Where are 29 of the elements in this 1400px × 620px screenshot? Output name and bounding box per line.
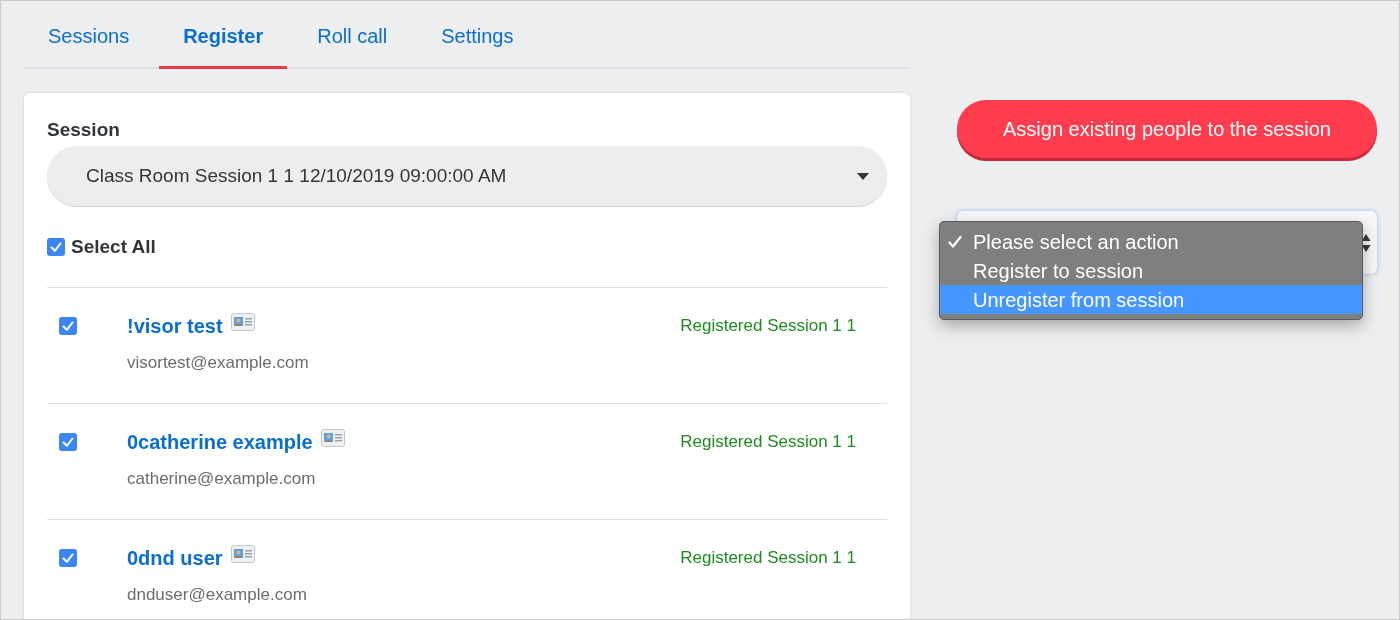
id-card-icon (230, 545, 255, 563)
tab[interactable]: Sessions (24, 1, 154, 69)
session-select[interactable]: Class Room Session 1 1 12/10/2019 09:00:00 AM (47, 146, 887, 206)
assign-people-button[interactable]: Assign existing people to the session (957, 100, 1377, 158)
caret-down-icon (857, 172, 869, 180)
id-card-icon (230, 313, 255, 331)
tab[interactable]: Register (159, 1, 288, 69)
id-card-icon (320, 429, 345, 447)
menu-option[interactable]: Please select an action (940, 227, 1362, 256)
registration-status: Registered Session 1 1 (680, 547, 856, 569)
tab[interactable]: Roll call (293, 1, 412, 69)
checkbox[interactable] (59, 317, 77, 335)
session-label: Session (47, 118, 121, 142)
person-name-link[interactable]: 0catherine example (127, 430, 313, 454)
checkbox[interactable] (59, 549, 77, 567)
registration-status: Registered Session 1 1 (680, 315, 856, 337)
person-email: visortest@example.com (127, 352, 310, 374)
person-name-link[interactable]: 0dnd user (127, 546, 223, 570)
menu-option[interactable]: Register to session (940, 256, 1362, 285)
select-all-label: Select All (71, 235, 156, 259)
menu-option[interactable]: Unregister from session (940, 285, 1362, 314)
person-email: catherine@example.com (127, 468, 317, 490)
checkbox[interactable] (59, 433, 77, 451)
person-name-link[interactable]: !visor test (127, 314, 223, 338)
up-down-arrows-icon (1361, 232, 1371, 253)
person-email: dnduser@example.com (127, 584, 308, 606)
registration-status: Registered Session 1 1 (680, 431, 856, 453)
checkbox[interactable] (47, 238, 65, 256)
tab[interactable]: Settings (417, 1, 538, 69)
